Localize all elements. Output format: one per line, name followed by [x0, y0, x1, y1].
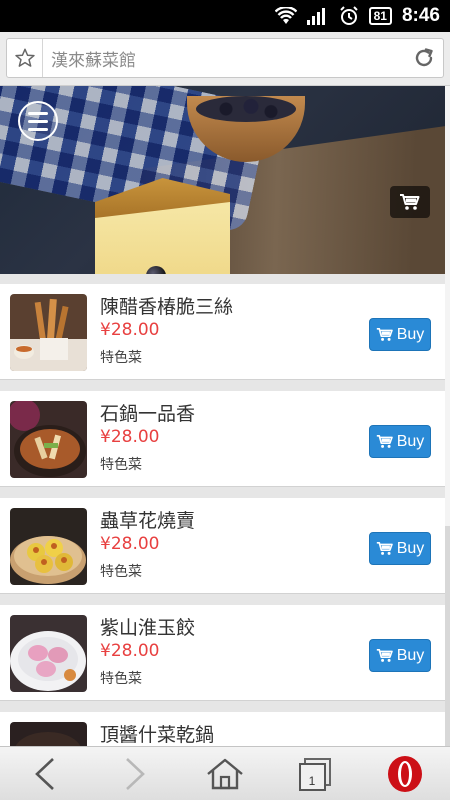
opera-logo-icon — [388, 755, 422, 792]
buy-button[interactable]: Buy — [369, 425, 431, 458]
tab-count: 1 — [308, 773, 316, 788]
product-name: 頂醬什菜乾鍋 — [100, 724, 215, 746]
cart-icon — [376, 327, 393, 341]
buy-button[interactable]: Buy — [369, 639, 431, 672]
product-name: 蟲草花燒賣 — [100, 510, 196, 532]
product-price: ¥28.00 — [100, 320, 160, 340]
product-price: ¥28.00 — [100, 641, 160, 661]
buy-label: Buy — [396, 539, 425, 557]
product-tag: 特色菜 — [100, 350, 142, 366]
status-bar: 81 8:46 — [0, 0, 450, 32]
reload-icon[interactable] — [405, 39, 443, 77]
buy-button[interactable]: Buy — [369, 318, 431, 351]
list-item[interactable]: 蟲草花燒賣 ¥28.00 特色菜 Buy — [0, 498, 445, 594]
forward-button[interactable] — [105, 749, 165, 799]
opera-menu-button[interactable] — [375, 749, 435, 799]
product-name: 石鍋一品香 — [100, 403, 196, 425]
page-title-field[interactable]: 漢來蘇菜館 — [43, 46, 405, 71]
buy-label: Buy — [396, 325, 425, 343]
product-tag: 特色菜 — [100, 671, 142, 687]
cart-icon — [376, 434, 393, 448]
product-thumbnail — [10, 615, 87, 692]
scrollbar[interactable] — [445, 86, 450, 746]
cart-icon — [400, 194, 420, 210]
product-thumbnail — [10, 401, 87, 478]
address-bar: 漢來蘇菜館 — [0, 32, 450, 86]
home-button[interactable] — [195, 749, 255, 799]
cart-button[interactable] — [390, 186, 430, 218]
alarm-icon — [339, 6, 359, 26]
browser-toolbar: 1 — [0, 746, 450, 800]
buy-label: Buy — [396, 432, 425, 450]
buy-button[interactable]: Buy — [369, 532, 431, 565]
cart-icon — [376, 648, 393, 662]
signal-icon — [306, 7, 329, 25]
hero-bowl-berries — [196, 96, 296, 122]
list-item[interactable]: 石鍋一品香 ¥28.00 特色菜 Buy — [0, 391, 445, 487]
product-price: ¥28.00 — [100, 534, 160, 554]
address-box: 漢來蘇菜館 — [6, 38, 444, 78]
battery-indicator: 81 — [368, 7, 392, 25]
back-button[interactable] — [15, 749, 75, 799]
list-item[interactable]: 陳醋香椿脆三絲 ¥28.00 特色菜 Buy — [0, 284, 445, 380]
list-item[interactable]: 紫山淮玉餃 ¥28.00 特色菜 Buy — [0, 605, 445, 701]
chevron-left-icon — [35, 757, 54, 790]
hero-banner — [0, 86, 445, 274]
product-name: 陳醋香椿脆三絲 — [100, 296, 234, 318]
wifi-icon — [274, 7, 297, 25]
product-price: ¥28.00 — [100, 427, 160, 447]
product-tag: 特色菜 — [100, 457, 142, 473]
cart-icon — [376, 541, 393, 555]
bookmark-star-icon[interactable] — [7, 39, 43, 77]
product-thumbnail — [10, 508, 87, 585]
clock: 8:46 — [401, 5, 440, 26]
buy-label: Buy — [396, 646, 425, 664]
menu-button[interactable] — [18, 101, 58, 141]
tabs-button[interactable]: 1 — [285, 749, 345, 799]
product-name: 紫山淮玉餃 — [100, 617, 196, 639]
product-thumbnail — [10, 294, 87, 371]
home-icon — [207, 758, 243, 789]
product-tag: 特色菜 — [100, 564, 142, 580]
chevron-right-icon — [126, 757, 145, 790]
